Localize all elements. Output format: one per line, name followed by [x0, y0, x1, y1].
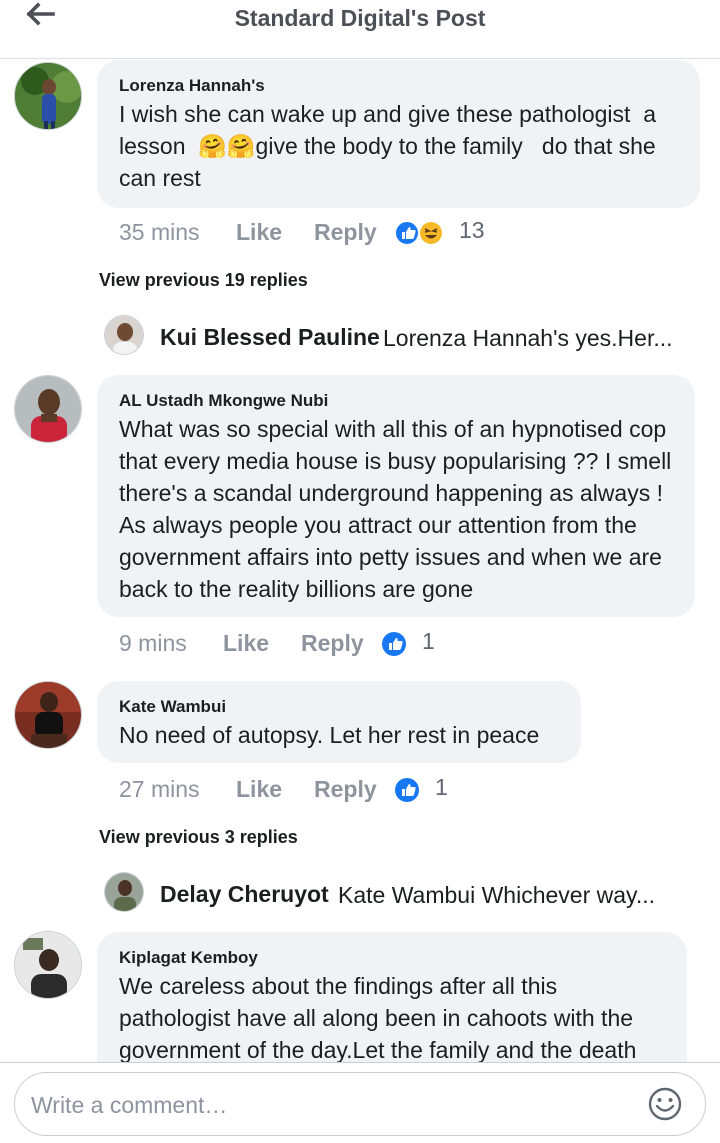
reply-snippet: Kate Wambui Whichever way... — [338, 882, 655, 908]
avatar[interactable] — [14, 931, 82, 999]
top-bar: Standard Digital's Post — [0, 0, 720, 59]
comment-input-wrapper[interactable] — [14, 1072, 706, 1136]
comment-bubble[interactable]: Lorenza Hannah's I wish she can wake up … — [97, 60, 700, 208]
comment-text: I wish she can wake up and give these pa… — [119, 101, 663, 191]
reply-preview[interactable]: Kui Blessed Pauline Lorenza Hannah's yes… — [104, 315, 704, 359]
page-title: Standard Digital's Post — [234, 5, 486, 31]
comment-actions: 9 mins Like Reply 1 — [0, 628, 720, 660]
reaction-count[interactable]: 1 — [435, 774, 448, 801]
comment-author[interactable]: Lorenza Hannah's — [119, 74, 678, 98]
reply-preview[interactable]: Delay Cheruyot Kate Wambui Whichever way… — [104, 872, 704, 916]
comment-bubble[interactable]: AL Ustadh Mkongwe Nubi What was so speci… — [97, 375, 695, 617]
comment-text: No need of autopsy. Let her rest in peac… — [119, 722, 540, 748]
reply-button[interactable]: Reply — [314, 219, 377, 246]
comment-actions: 27 mins Like Reply 1 — [0, 774, 720, 806]
comment-time: 27 mins — [119, 776, 200, 802]
avatar[interactable] — [14, 62, 82, 130]
avatar[interactable] — [104, 872, 144, 912]
like-button[interactable]: Like — [223, 630, 269, 657]
comment-time: 9 mins — [119, 630, 187, 656]
like-button[interactable]: Like — [236, 776, 282, 803]
view-previous-replies-link[interactable]: View previous 19 replies — [99, 270, 308, 291]
comment-actions: 35 mins Like Reply 13 — [0, 217, 720, 249]
reaction-count[interactable]: 1 — [422, 628, 435, 655]
reaction-count[interactable]: 13 — [459, 217, 485, 244]
comment-author[interactable]: Kiplagat Kemboy — [119, 946, 665, 970]
like-button[interactable]: Like — [236, 219, 282, 246]
comment-text: We careless about the findings after all… — [119, 973, 640, 1062]
reply-button[interactable]: Reply — [301, 630, 364, 657]
comment-input[interactable] — [29, 1085, 633, 1125]
avatar[interactable] — [14, 375, 82, 443]
reply-author[interactable]: Kui Blessed Pauline — [160, 324, 380, 351]
comment-composer — [0, 1062, 720, 1143]
comment-time: 35 mins — [119, 219, 200, 245]
like-reaction-icon[interactable] — [394, 776, 422, 802]
reactions-icon[interactable] — [394, 219, 446, 245]
comment-author[interactable]: Kate Wambui — [119, 695, 559, 719]
comment-author[interactable]: AL Ustadh Mkongwe Nubi — [119, 389, 673, 413]
avatar[interactable] — [104, 315, 144, 355]
reply-author[interactable]: Delay Cheruyot — [160, 881, 329, 908]
reply-snippet: Lorenza Hannah's yes.Her... — [383, 325, 673, 351]
smiley-icon[interactable] — [647, 1086, 683, 1122]
avatar[interactable] — [14, 681, 82, 749]
reply-button[interactable]: Reply — [314, 776, 377, 803]
comments-list[interactable]: Lorenza Hannah's I wish she can wake up … — [0, 59, 720, 1062]
like-reaction-icon[interactable] — [381, 630, 409, 656]
comment-bubble[interactable]: Kiplagat Kemboy We careless about the fi… — [97, 932, 687, 1062]
comment-text: What was so special with all this of an … — [119, 416, 678, 602]
comment-bubble[interactable]: Kate Wambui No need of autopsy. Let her … — [97, 681, 581, 763]
view-previous-replies-link[interactable]: View previous 3 replies — [99, 827, 298, 848]
